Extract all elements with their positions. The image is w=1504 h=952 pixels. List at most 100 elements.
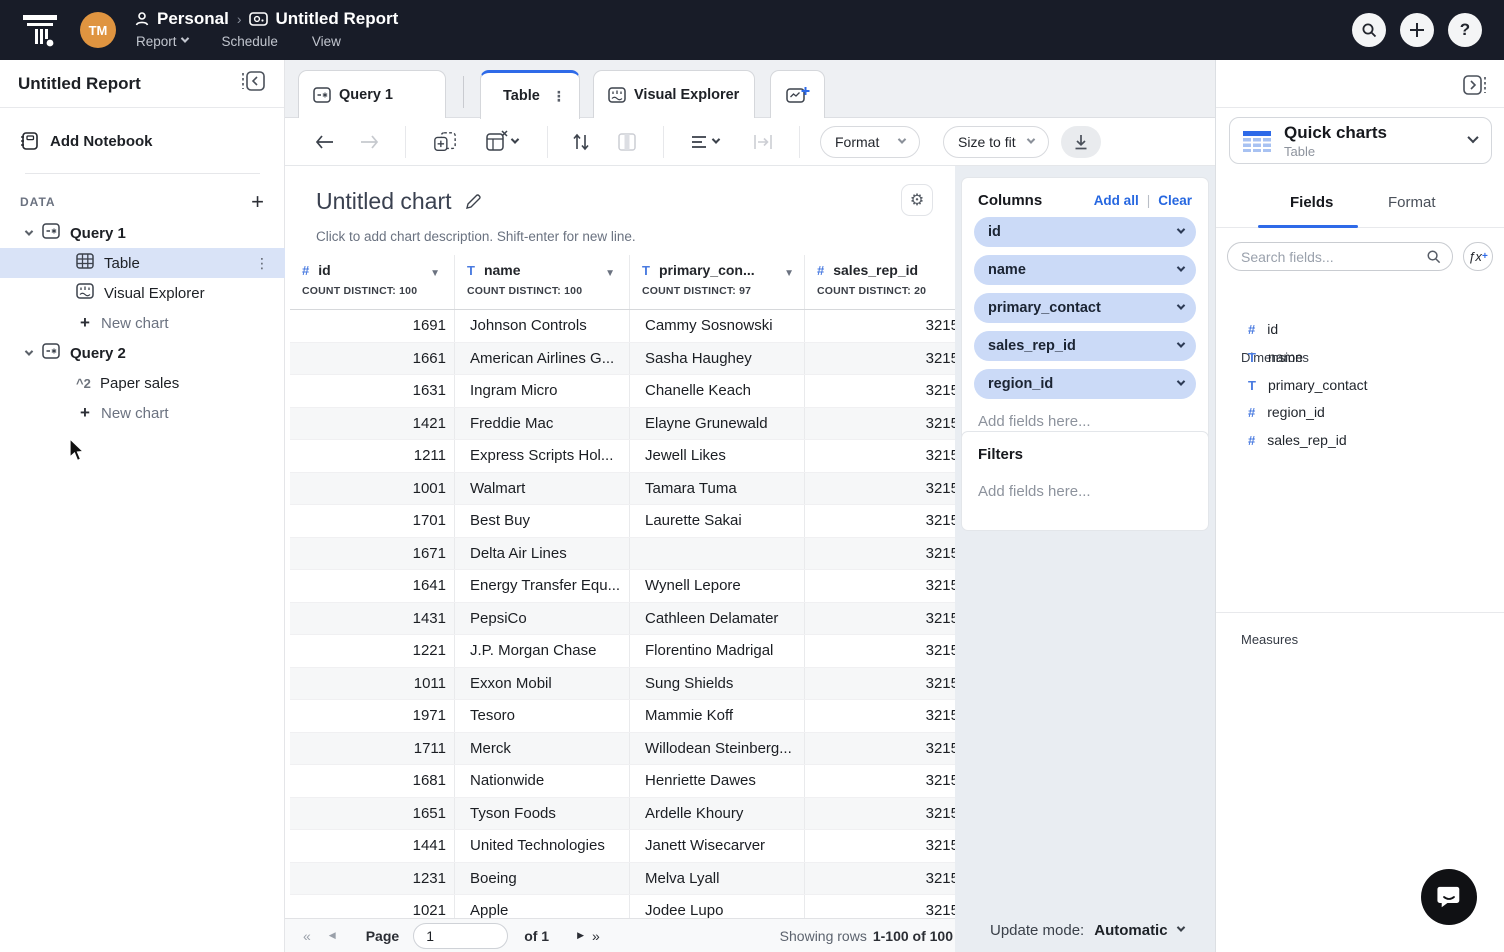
breadcrumb-workspace[interactable]: Personal <box>134 9 229 29</box>
cell-id[interactable]: 1691 <box>290 310 455 342</box>
sort-chevron-icon[interactable]: ▼ <box>605 268 615 279</box>
cell-sales-rep-id[interactable]: 3215 <box>805 700 965 732</box>
add-notebook-button[interactable]: Add Notebook <box>20 126 153 156</box>
cell-sales-rep-id[interactable]: 3215 <box>805 733 965 765</box>
cell-id[interactable]: 1231 <box>290 863 455 895</box>
cell-primary-contact[interactable]: Janett Wisecarver <box>630 830 805 862</box>
cell-id[interactable]: 1711 <box>290 733 455 765</box>
search-fields-box[interactable] <box>1227 242 1453 271</box>
cell-name[interactable]: Apple <box>455 895 630 918</box>
cell-name[interactable]: Tesoro <box>455 700 630 732</box>
cell-sales-rep-id[interactable]: 3215 <box>805 310 965 342</box>
cell-sales-rep-id[interactable]: 3215 <box>805 635 965 667</box>
column-header-id[interactable]: #id ▼ COUNT DISTINCT: 100 <box>290 255 455 309</box>
cell-name[interactable]: Freddie Mac <box>455 408 630 440</box>
first-page-button[interactable]: « <box>303 928 311 944</box>
user-avatar[interactable]: TM <box>80 12 116 48</box>
field-pill-id[interactable]: id <box>974 217 1196 247</box>
sidebar-item-table[interactable]: Table ⋮ <box>0 248 285 278</box>
cell-id[interactable]: 1671 <box>290 538 455 570</box>
cell-id[interactable]: 1681 <box>290 765 455 797</box>
cell-sales-rep-id[interactable]: 3215 <box>805 408 965 440</box>
cell-name[interactable]: Delta Air Lines <box>455 538 630 570</box>
cell-name[interactable]: Walmart <box>455 473 630 505</box>
cell-primary-contact[interactable]: Melva Lyall <box>630 863 805 895</box>
cell-name[interactable]: American Airlines G... <box>455 343 630 375</box>
tab-fields[interactable]: Fields <box>1290 194 1333 211</box>
add-column-button[interactable] <box>433 130 457 154</box>
add-button[interactable] <box>1400 13 1434 47</box>
cell-sales-rep-id[interactable]: 3215 <box>805 765 965 797</box>
chart-title[interactable]: Untitled chart <box>316 188 452 215</box>
search-fields-input[interactable] <box>1241 249 1426 265</box>
kebab-menu-icon[interactable]: ⋮ <box>552 88 566 105</box>
app-logo-icon[interactable] <box>22 12 60 55</box>
table-row[interactable]: 1001 Walmart Tamara Tuma 3215 <box>290 473 965 506</box>
cell-name[interactable]: PepsiCo <box>455 603 630 635</box>
cell-sales-rep-id[interactable]: 3215 <box>805 375 965 407</box>
sidebar-item-query2[interactable]: Query 2 <box>0 338 285 368</box>
cell-id[interactable]: 1441 <box>290 830 455 862</box>
cell-name[interactable]: Boeing <box>455 863 630 895</box>
cell-sales-rep-id[interactable]: 3215 <box>805 440 965 472</box>
column-header-name[interactable]: Tname ▼ COUNT DISTINCT: 100 <box>455 255 630 309</box>
chevron-down-icon[interactable] <box>1177 377 1185 385</box>
chat-widget-button[interactable] <box>1421 869 1477 925</box>
table-row[interactable]: 1011 Exxon Mobil Sung Shields 3215 <box>290 668 965 701</box>
tab-format[interactable]: Format <box>1388 194 1436 211</box>
table-row[interactable]: 1691 Johnson Controls Cammy Sosnowski 32… <box>290 310 965 343</box>
field-pill-region-id[interactable]: region_id <box>974 369 1196 399</box>
menu-report[interactable]: Report <box>136 34 188 49</box>
table-row[interactable]: 1711 Merck Willodean Steinberg... 3215 <box>290 733 965 766</box>
remove-column-button[interactable] <box>481 130 521 154</box>
cell-id[interactable]: 1421 <box>290 408 455 440</box>
cell-primary-contact[interactable]: Sasha Haughey <box>630 343 805 375</box>
cell-id[interactable]: 1021 <box>290 895 455 918</box>
table-row[interactable]: 1651 Tyson Foods Ardelle Khoury 3215 <box>290 798 965 831</box>
cell-name[interactable]: Johnson Controls <box>455 310 630 342</box>
cell-id[interactable]: 1631 <box>290 375 455 407</box>
cell-name[interactable]: Merck <box>455 733 630 765</box>
chart-description-placeholder[interactable]: Click to add chart description. Shift-en… <box>316 229 636 244</box>
tab-query1[interactable]: Query 1 <box>298 70 446 118</box>
cell-sales-rep-id[interactable]: 3215 <box>805 603 965 635</box>
cell-id[interactable]: 1221 <box>290 635 455 667</box>
table-row[interactable]: 1971 Tesoro Mammie Koff 3215 <box>290 700 965 733</box>
cell-sales-rep-id[interactable]: 3215 <box>805 668 965 700</box>
dimension-id[interactable]: # id <box>1248 321 1278 337</box>
chevron-down-icon[interactable] <box>25 227 33 235</box>
cell-name[interactable]: United Technologies <box>455 830 630 862</box>
cell-primary-contact[interactable]: Cathleen Delamater <box>630 603 805 635</box>
cell-id[interactable]: 1641 <box>290 570 455 602</box>
cell-primary-contact[interactable]: Jewell Likes <box>630 440 805 472</box>
cell-primary-contact[interactable]: Tamara Tuma <box>630 473 805 505</box>
cell-id[interactable]: 1011 <box>290 668 455 700</box>
dimension-region-id[interactable]: # region_id <box>1248 404 1325 420</box>
sidebar-item-paper-sales[interactable]: ^2 Paper sales <box>0 368 285 398</box>
cell-primary-contact[interactable]: Willodean Steinberg... <box>630 733 805 765</box>
field-pill-primary-contact[interactable]: primary_contact <box>974 293 1196 323</box>
menu-view[interactable]: View <box>312 34 341 49</box>
cell-id[interactable]: 1431 <box>290 603 455 635</box>
cell-name[interactable]: Energy Transfer Equ... <box>455 570 630 602</box>
download-button[interactable] <box>1061 126 1101 158</box>
tab-visual-explorer[interactable]: Visual Explorer <box>593 70 755 118</box>
cell-primary-contact[interactable]: Chanelle Keach <box>630 375 805 407</box>
quick-charts-selector[interactable]: Quick charts Table <box>1229 117 1492 164</box>
cell-primary-contact[interactable]: Laurette Sakai <box>630 505 805 537</box>
next-page-button[interactable]: ▶ <box>577 930 584 941</box>
prev-page-button[interactable]: ◀ <box>329 930 336 941</box>
cell-id[interactable]: 1971 <box>290 700 455 732</box>
table-row[interactable]: 1671 Delta Air Lines 3215 <box>290 538 965 571</box>
cell-primary-contact[interactable]: Ardelle Khoury <box>630 798 805 830</box>
pivot-table-button[interactable] <box>615 130 639 154</box>
cell-name[interactable]: Express Scripts Hol... <box>455 440 630 472</box>
kebab-menu-icon[interactable]: ⋮ <box>255 255 269 272</box>
sort-button[interactable] <box>569 130 593 154</box>
cell-sales-rep-id[interactable]: 3215 <box>805 505 965 537</box>
dimension-name[interactable]: T name <box>1248 349 1303 365</box>
sidebar-item-query1[interactable]: Query 1 <box>0 218 285 248</box>
field-pill-sales-rep-id[interactable]: sales_rep_id <box>974 331 1196 361</box>
table-row[interactable]: 1231 Boeing Melva Lyall 3215 <box>290 863 965 896</box>
cell-sales-rep-id[interactable]: 3215 <box>805 863 965 895</box>
